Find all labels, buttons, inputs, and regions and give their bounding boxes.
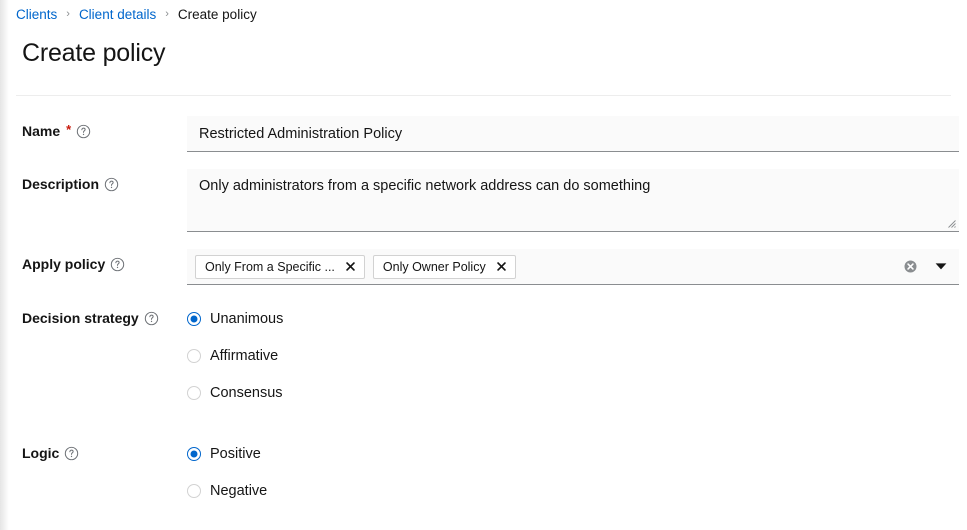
breadcrumb-separator: › — [66, 7, 70, 20]
name-field-control — [187, 116, 959, 152]
policy-chip-label: Only Owner Policy — [382, 259, 486, 274]
breadcrumb-item-current: Create policy — [177, 6, 257, 22]
clear-all-icon[interactable] — [903, 259, 918, 274]
page-header: Clients › Client details › Create policy… — [0, 0, 967, 96]
decision-strategy-control: Unanimous Affirmative Consensus — [187, 300, 959, 411]
logic-radio-group: Positive Negative — [187, 435, 959, 509]
apply-policy-select[interactable]: Only From a Specific ... Only Owner Poli… — [187, 249, 959, 285]
breadcrumb-separator: › — [165, 7, 169, 20]
radio-option-negative[interactable]: Negative — [187, 472, 959, 509]
radio-option-positive[interactable]: Positive — [187, 435, 959, 472]
form-row-decision-strategy: Decision strategy Unanimous Affirmative … — [0, 300, 963, 411]
breadcrumb: Clients › Client details › Create policy — [16, 0, 951, 24]
apply-policy-label-text: Apply policy — [22, 256, 106, 272]
chevron-down-icon[interactable] — [935, 262, 947, 271]
name-label: Name * — [22, 116, 187, 139]
radio-option-unanimous[interactable]: Unanimous — [187, 300, 959, 337]
radio-label: Negative — [210, 482, 268, 499]
radio-mark-icon — [187, 483, 201, 498]
logic-label-text: Logic — [22, 445, 60, 461]
description-textarea[interactable]: Only administrators from a specific netw… — [187, 169, 959, 232]
radio-option-affirmative[interactable]: Affirmative — [187, 337, 959, 374]
form-row-description: Description Only administrators from a s… — [0, 169, 963, 232]
name-input[interactable] — [187, 116, 959, 152]
radio-label: Unanimous — [210, 310, 284, 327]
description-label-text: Description — [22, 176, 100, 192]
form-row-logic: Logic Positive Negative — [0, 435, 963, 509]
apply-policy-label: Apply policy — [22, 249, 187, 272]
description-field-control: Only administrators from a specific netw… — [187, 169, 959, 232]
selected-policy-chips: Only From a Specific ... Only Owner Poli… — [195, 254, 903, 279]
decision-strategy-radio-group: Unanimous Affirmative Consensus — [187, 300, 959, 411]
help-circle-icon[interactable] — [64, 446, 79, 461]
radio-option-consensus[interactable]: Consensus — [187, 374, 959, 411]
select-actions — [903, 259, 949, 274]
help-circle-icon[interactable] — [104, 177, 119, 192]
create-policy-form: Name * Description — [0, 96, 967, 509]
radio-label: Affirmative — [210, 347, 279, 364]
close-icon[interactable] — [345, 261, 357, 273]
policy-chip-label: Only From a Specific ... — [205, 259, 335, 274]
radio-mark-icon — [187, 385, 201, 400]
decision-strategy-label-text: Decision strategy — [22, 310, 139, 326]
radio-label: Positive — [210, 445, 261, 462]
radio-label: Consensus — [210, 384, 283, 401]
logic-label: Logic — [22, 435, 187, 461]
help-circle-icon[interactable] — [144, 311, 159, 326]
radio-mark-icon — [187, 311, 201, 326]
radio-mark-icon — [187, 446, 201, 461]
apply-policy-field-control: Only From a Specific ... Only Owner Poli… — [187, 249, 959, 285]
required-marker: * — [66, 121, 72, 137]
close-icon[interactable] — [496, 261, 508, 273]
logic-control: Positive Negative — [187, 435, 959, 509]
radio-mark-icon — [187, 348, 201, 363]
help-circle-icon[interactable] — [110, 257, 125, 272]
create-policy-page: Clients › Client details › Create policy… — [0, 0, 967, 530]
help-circle-icon[interactable] — [76, 124, 91, 139]
form-row-name: Name * — [0, 116, 963, 152]
name-label-text: Name — [22, 123, 61, 139]
description-label: Description — [22, 169, 187, 192]
policy-chip[interactable]: Only From a Specific ... — [195, 254, 365, 279]
page-title: Create policy — [22, 39, 166, 67]
form-row-apply-policy: Apply policy Only From a Specific ... On… — [0, 249, 963, 285]
breadcrumb-item-client-details[interactable]: Client details — [79, 7, 156, 22]
breadcrumb-item-clients[interactable]: Clients — [16, 7, 57, 22]
policy-chip[interactable]: Only Owner Policy — [372, 254, 516, 279]
decision-strategy-label: Decision strategy — [22, 300, 187, 326]
